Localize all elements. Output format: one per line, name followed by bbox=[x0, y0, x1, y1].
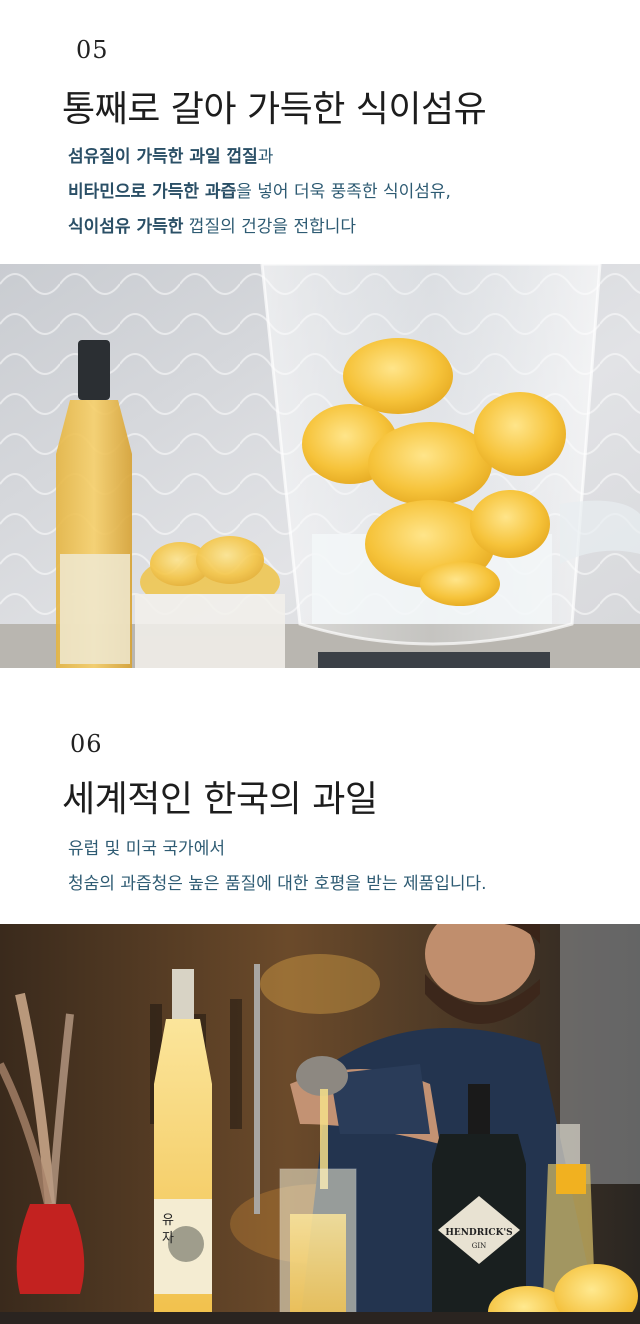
description-line-2: 청숨의 과즙청은 높은 품질에 대한 호평을 받는 제품입니다. bbox=[68, 874, 487, 894]
blender-illustration bbox=[0, 264, 640, 668]
gin-label: HENDRICK'S bbox=[445, 1228, 512, 1238]
section-headline: 통째로 갈아 가득한 식이섬유 bbox=[62, 89, 487, 130]
section-description: 섬유질이 가득한 과일 껍질과 비타민으로 가득한 과즙을 넣어 더욱 풍족한 … bbox=[68, 140, 451, 245]
photo-bartender: 유 자 HENDRICK'S GIN bbox=[0, 924, 640, 1324]
svg-text:자: 자 bbox=[162, 1231, 174, 1246]
cocktail-glass bbox=[279, 1168, 357, 1324]
photo-blender-yuzu bbox=[0, 264, 640, 668]
description-line-3: 식이섬유 가득한 껍질의 건강을 전합니다 bbox=[68, 217, 357, 237]
section-headline: 세계적인 한국의 과일 bbox=[62, 779, 378, 820]
section-number: 06 bbox=[70, 730, 103, 758]
bartender-illustration: 유 자 HENDRICK'S GIN bbox=[0, 924, 640, 1324]
svg-text:GIN: GIN bbox=[472, 1242, 486, 1250]
description-line-1: 유럽 및 미국 국가에서 bbox=[68, 839, 225, 859]
section-number: 05 bbox=[76, 36, 109, 64]
bottle-label: 유 bbox=[162, 1213, 174, 1228]
section-description: 유럽 및 미국 국가에서 청숨의 과즙청은 높은 품질에 대한 호평을 받는 제… bbox=[68, 832, 487, 902]
section-05: 05 통째로 갈아 가득한 식이섬유 섬유질이 가득한 과일 껍질과 비타민으로… bbox=[0, 0, 640, 264]
yuzu-bowl bbox=[135, 536, 285, 668]
bar-spoon bbox=[254, 964, 260, 1214]
section-06: 06 세계적인 한국의 과일 유럽 및 미국 국가에서 청숨의 과즙청은 높은 … bbox=[0, 668, 640, 924]
description-line-1: 섬유질이 가득한 과일 껍질과 bbox=[68, 147, 274, 167]
description-line-2: 비타민으로 가득한 과즙을 넣어 더욱 풍족한 식이섬유, bbox=[68, 182, 451, 202]
